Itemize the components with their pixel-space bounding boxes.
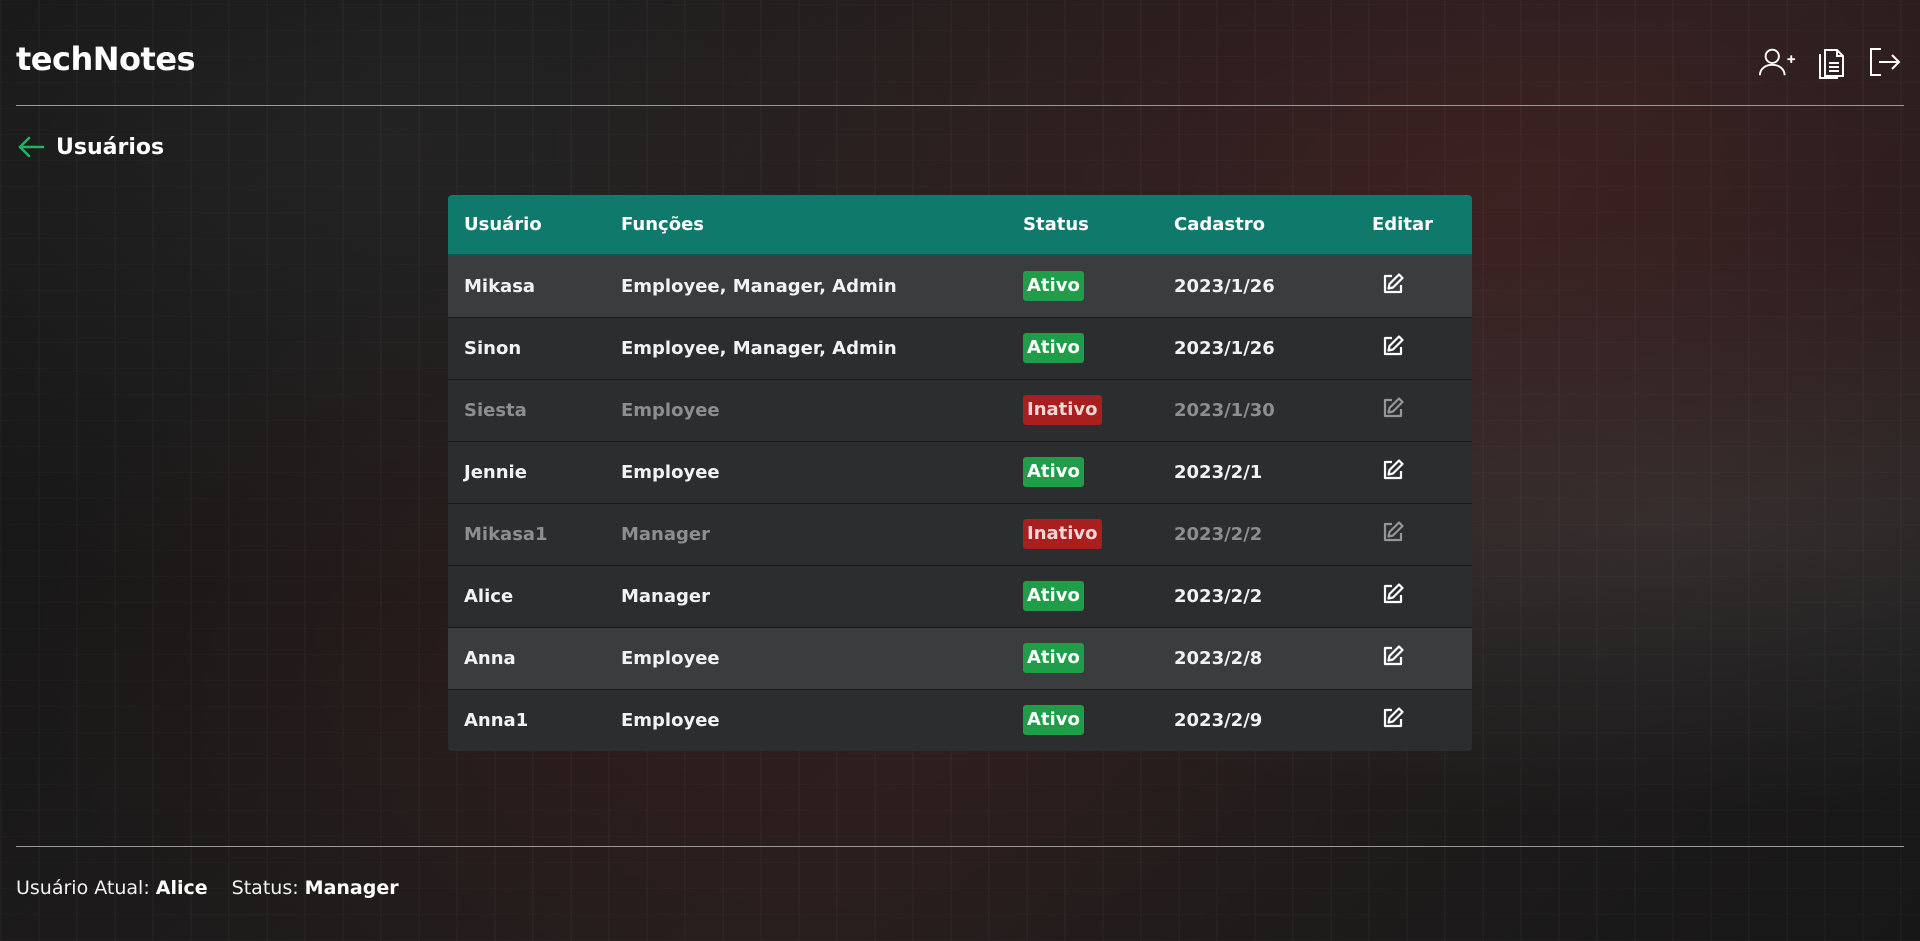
cell-created: 2023/2/2: [1174, 585, 1263, 607]
cell-edit: [1338, 255, 1472, 317]
edit-user-button[interactable]: [1380, 519, 1406, 545]
cell-roles: Employee: [621, 647, 720, 669]
column-header-roles: Funções: [605, 195, 1007, 256]
edit-icon: [1383, 397, 1404, 418]
cell-roles: Manager: [621, 523, 710, 545]
arrow-left-icon: [18, 136, 45, 158]
edit-user-button[interactable]: [1380, 581, 1406, 607]
cell-edit: [1338, 317, 1472, 379]
cell-edit: [1338, 379, 1472, 441]
status-badge: Ativo: [1023, 643, 1084, 673]
cell-status: Ativo: [1007, 565, 1158, 627]
app-header: techNotes: [16, 0, 1904, 106]
column-header-status: Status: [1007, 195, 1158, 256]
current-user-label: Usuário Atual:: [16, 877, 150, 899]
cell-user: Anna: [464, 647, 516, 669]
edit-icon: [1383, 273, 1404, 294]
table-row[interactable]: Siesta Employee Inativo 2023/1/30: [448, 379, 1472, 441]
cell-roles: Employee, Manager, Admin: [621, 275, 897, 297]
edit-icon: [1383, 583, 1404, 604]
cell-user: Alice: [464, 585, 514, 607]
status-badge: Ativo: [1023, 705, 1084, 736]
logout-icon: [1870, 48, 1901, 76]
table-header-row: Usuário Funções Status Cadastro Editar: [448, 195, 1472, 256]
current-user-value: Alice: [155, 877, 208, 899]
cell-created: 2023/2/2: [1174, 523, 1263, 545]
cell-status: Inativo: [1007, 503, 1158, 565]
cell-edit: [1338, 689, 1472, 751]
edit-user-button[interactable]: [1380, 395, 1406, 421]
cell-status: Ativo: [1007, 441, 1158, 503]
users-table: Usuário Funções Status Cadastro Editar M…: [448, 195, 1472, 751]
status-value: Manager: [304, 877, 399, 899]
status-badge: Inativo: [1023, 395, 1102, 425]
table-row[interactable]: Alice Manager Ativo 2023/2/2: [448, 565, 1472, 627]
edit-icon: [1383, 707, 1404, 728]
edit-user-button[interactable]: [1380, 457, 1406, 483]
column-header-created: Cadastro: [1158, 195, 1338, 256]
cell-edit: [1338, 627, 1472, 689]
cell-user: Mikasa: [464, 275, 536, 297]
edit-icon: [1383, 645, 1404, 666]
table-row[interactable]: Jennie Employee Ativo 2023/2/1: [448, 441, 1472, 503]
notes-button[interactable]: [1812, 44, 1850, 80]
cell-created: 2023/2/1: [1174, 461, 1263, 483]
table-row[interactable]: Mikasa Employee, Manager, Admin Ativo 2023/…: [448, 255, 1472, 317]
add-user-button[interactable]: [1758, 44, 1796, 80]
edit-icon: [1383, 459, 1404, 480]
cell-created: 2023/1/30: [1174, 399, 1275, 421]
notes-icon: [1819, 49, 1844, 79]
cell-roles: Employee: [621, 709, 720, 731]
status-label: Status:: [231, 877, 299, 899]
edit-icon: [1383, 521, 1404, 542]
cell-status: Ativo: [1007, 689, 1158, 751]
cell-edit: [1338, 503, 1472, 565]
table-row[interactable]: Anna Employee Ativo 2023/2/8: [448, 627, 1472, 689]
edit-user-button[interactable]: [1380, 271, 1406, 297]
edit-user-button[interactable]: [1380, 643, 1406, 669]
cell-user: Mikasa1: [464, 523, 548, 545]
app-title[interactable]: techNotes: [16, 40, 196, 78]
cell-edit: [1338, 441, 1472, 503]
status-badge: Ativo: [1023, 271, 1084, 302]
cell-user: Sinon: [464, 337, 522, 359]
app-footer: Usuário Atual: Alice Status: Manager: [16, 846, 1904, 899]
cell-roles: Manager: [621, 585, 710, 607]
edit-user-button[interactable]: [1380, 333, 1406, 359]
cell-edit: [1338, 565, 1472, 627]
status-badge: Ativo: [1023, 457, 1084, 487]
logout-button[interactable]: [1866, 44, 1904, 80]
page-heading: Usuários: [16, 132, 164, 162]
cell-status: Inativo: [1007, 379, 1158, 441]
column-header-edit: Editar: [1338, 195, 1472, 256]
current-user-info: Usuário Atual: Alice: [16, 877, 208, 899]
cell-user: Anna1: [464, 709, 529, 731]
status-badge: Ativo: [1023, 333, 1084, 363]
edit-icon: [1383, 335, 1404, 356]
header-actions: [1758, 44, 1904, 80]
table-row[interactable]: Sinon Employee, Manager, Admin Ativo 2023/1…: [448, 317, 1472, 379]
cell-status: Ativo: [1007, 255, 1158, 317]
cell-status: Ativo: [1007, 317, 1158, 379]
cell-roles: Employee: [621, 461, 720, 483]
page-title: Usuários: [56, 134, 165, 160]
cell-created: 2023/2/8: [1174, 647, 1263, 669]
cell-created: 2023/2/9: [1174, 709, 1263, 731]
back-button[interactable]: [16, 132, 46, 162]
table-row[interactable]: Anna1 Employee Ativo 2023/2/9: [448, 689, 1472, 751]
cell-created: 2023/1/26: [1174, 337, 1275, 359]
cell-roles: Employee, Manager, Admin: [621, 337, 897, 359]
cell-status: Ativo: [1007, 627, 1158, 689]
cell-created: 2023/1/26: [1174, 275, 1275, 297]
edit-user-button[interactable]: [1380, 705, 1406, 731]
table-row[interactable]: Mikasa1 Manager Inativo 2023/2/2: [448, 503, 1472, 565]
status-badge: Ativo: [1023, 581, 1084, 611]
cell-user: Jennie: [464, 461, 527, 483]
status-badge: Inativo: [1023, 519, 1102, 549]
current-status-info: Status: Manager: [232, 877, 399, 899]
add-user-icon: [1758, 48, 1796, 76]
column-header-user: Usuário: [448, 195, 605, 256]
cell-user: Siesta: [464, 399, 527, 421]
cell-roles: Employee: [621, 399, 720, 421]
